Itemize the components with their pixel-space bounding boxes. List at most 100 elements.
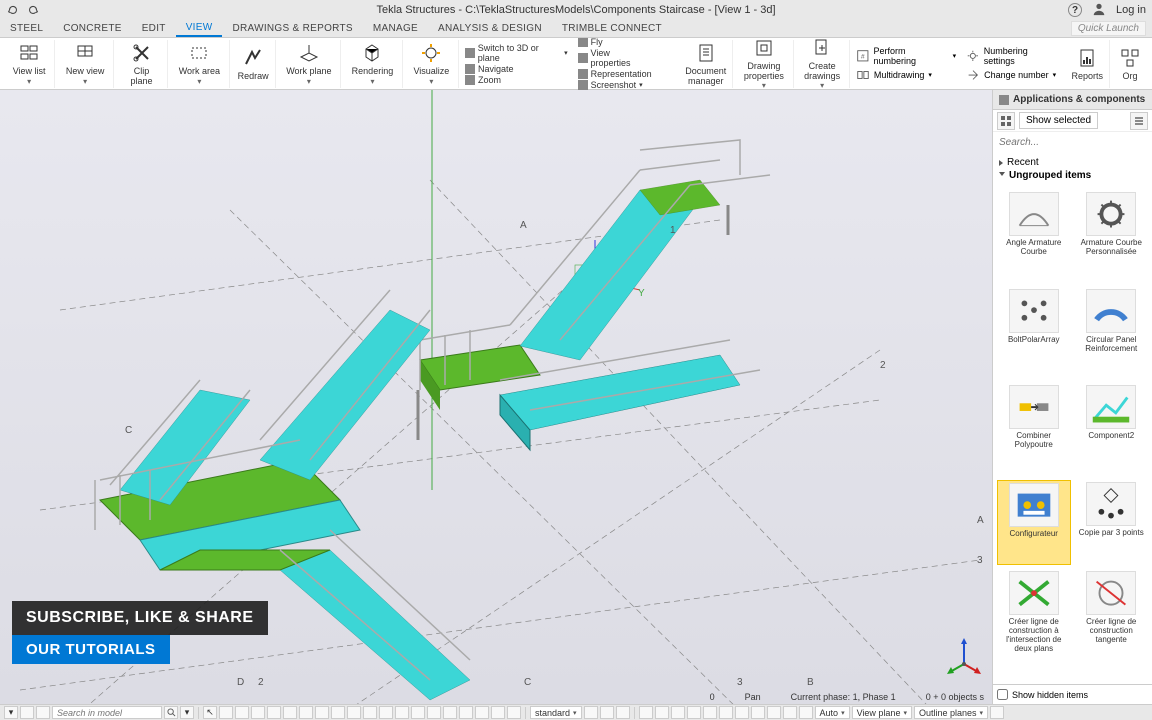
sb-snap11[interactable]: [799, 706, 813, 719]
sb-b13[interactable]: [411, 706, 425, 719]
sb-b6[interactable]: [299, 706, 313, 719]
panel-grid-view-button[interactable]: [997, 112, 1015, 130]
ribbon-change-number[interactable]: Change number▾: [966, 68, 1059, 82]
component-card[interactable]: Créer ligne de construction tangente: [1075, 569, 1149, 680]
component-card[interactable]: Créer ligne de construction à l'intersec…: [997, 569, 1071, 680]
sb-snap10[interactable]: [783, 706, 797, 719]
sb-snap3[interactable]: [671, 706, 685, 719]
ribbon-new-view[interactable]: New view: [57, 40, 114, 88]
status-search-input[interactable]: [52, 706, 162, 719]
quick-launch[interactable]: Quick Launch: [1071, 21, 1146, 36]
ribbon-switch-3d[interactable]: Switch to 3D or plane▾: [465, 43, 568, 63]
sb-snap2[interactable]: [655, 706, 669, 719]
panel-menu-button[interactable]: [1130, 112, 1148, 130]
sb-c2[interactable]: [600, 706, 614, 719]
ribbon-work-plane[interactable]: Work plane: [278, 40, 341, 88]
sb-b15[interactable]: [443, 706, 457, 719]
sb-snap7[interactable]: [735, 706, 749, 719]
tree-ungrouped[interactable]: Ungrouped items: [999, 169, 1146, 182]
sb-snap1[interactable]: [639, 706, 653, 719]
sb-b7[interactable]: [315, 706, 329, 719]
status-icon-1[interactable]: [20, 706, 34, 719]
sb-b17[interactable]: [475, 706, 489, 719]
show-selected-button[interactable]: Show selected: [1019, 112, 1098, 129]
status-icon-2[interactable]: [36, 706, 50, 719]
sb-b18[interactable]: [491, 706, 505, 719]
sb-b14[interactable]: [427, 706, 441, 719]
sb-b1[interactable]: [219, 706, 233, 719]
status-dd-viewplane[interactable]: View plane: [852, 706, 912, 719]
component-card[interactable]: Circular Panel Reinforcement: [1075, 287, 1149, 380]
sb-b16[interactable]: [459, 706, 473, 719]
ribbon-representation[interactable]: Representation: [578, 69, 652, 79]
component-card[interactable]: Component2: [1075, 383, 1149, 476]
sb-b2[interactable]: [235, 706, 249, 719]
sb-b3[interactable]: [251, 706, 265, 719]
sb-b5[interactable]: [283, 706, 297, 719]
ribbon-work-area[interactable]: Work area: [170, 40, 230, 88]
menu-concrete[interactable]: CONCRETE: [53, 21, 132, 36]
ribbon-fly[interactable]: Fly: [578, 37, 652, 47]
ribbon-drawing-props[interactable]: Drawing properties: [735, 40, 793, 88]
ribbon-zoom[interactable]: Zoom: [465, 75, 568, 85]
component-card[interactable]: Angle Armature Courbe: [997, 190, 1071, 283]
component-card[interactable]: Armature Courbe Personnalisée: [1075, 190, 1149, 283]
status-search-go[interactable]: [164, 706, 178, 719]
status-dd-left[interactable]: ▾: [4, 706, 18, 719]
sb-snap5[interactable]: [703, 706, 717, 719]
menu-steel[interactable]: STEEL: [0, 21, 53, 36]
sb-cursor[interactable]: ↖: [203, 706, 217, 719]
ribbon-multidrawing[interactable]: Multidrawing▾: [856, 68, 956, 82]
sb-c1[interactable]: [584, 706, 598, 719]
status-dd-outline[interactable]: Outline planes: [914, 706, 988, 719]
ribbon-navigate[interactable]: Navigate: [465, 64, 568, 74]
ribbon-perform-numbering[interactable]: #Perform numbering▾: [856, 46, 956, 66]
help-icon[interactable]: ?: [1068, 3, 1082, 17]
ribbon-doc-manager[interactable]: Document manager: [679, 40, 733, 88]
login-link[interactable]: Log in: [1116, 4, 1146, 16]
menu-manage[interactable]: MANAGE: [363, 21, 428, 36]
panel-header[interactable]: Applications & components: [993, 90, 1152, 110]
sb-b9[interactable]: [347, 706, 361, 719]
sb-b12[interactable]: [395, 706, 409, 719]
ucs-widget[interactable]: [944, 636, 984, 676]
3d-viewport[interactable]: A C 1 2 3 A B 3 C D 2 Y SUBSCRIBE, LIKE …: [0, 90, 992, 704]
status-search-dd[interactable]: ▾: [180, 706, 194, 719]
user-icon[interactable]: [1092, 2, 1106, 19]
component-card[interactable]: Combiner Polypoutre: [997, 383, 1071, 476]
menu-analysis[interactable]: ANALYSIS & DESIGN: [428, 21, 552, 36]
status-dd-auto[interactable]: Auto: [815, 706, 850, 719]
ribbon-visualize[interactable]: Visualize: [405, 40, 459, 88]
ribbon-view-props[interactable]: View properties: [578, 48, 652, 68]
ribbon-redraw[interactable]: Redraw: [232, 40, 276, 88]
ribbon-rendering[interactable]: Rendering: [343, 40, 403, 88]
menu-view[interactable]: VIEW: [176, 20, 223, 37]
ribbon-create-drawings[interactable]: Create drawings: [796, 40, 850, 88]
sb-last[interactable]: [990, 706, 1004, 719]
sb-b11[interactable]: [379, 706, 393, 719]
menu-trimble[interactable]: TRIMBLE CONNECT: [552, 21, 672, 36]
undo-icon[interactable]: [6, 3, 20, 17]
sb-b19[interactable]: [507, 706, 521, 719]
component-card[interactable]: Configurateur: [997, 480, 1071, 566]
panel-search-input[interactable]: [993, 133, 1152, 152]
ribbon-org[interactable]: Org: [1112, 40, 1148, 88]
status-dd-standard[interactable]: standard: [530, 706, 582, 719]
ribbon-numbering-settings[interactable]: Numbering settings: [966, 46, 1059, 66]
menu-edit[interactable]: EDIT: [132, 21, 176, 36]
sb-snap9[interactable]: [767, 706, 781, 719]
redo-icon[interactable]: [26, 3, 40, 17]
sb-b8[interactable]: [331, 706, 345, 719]
sb-snap8[interactable]: [751, 706, 765, 719]
ribbon-reports[interactable]: Reports: [1065, 40, 1110, 88]
sb-c3[interactable]: [616, 706, 630, 719]
component-card[interactable]: Copie par 3 points: [1075, 480, 1149, 566]
menu-drawings[interactable]: DRAWINGS & REPORTS: [222, 21, 362, 36]
sb-b4[interactable]: [267, 706, 281, 719]
component-card[interactable]: BoltPolarArray: [997, 287, 1071, 380]
ribbon-view-list[interactable]: View list: [4, 40, 55, 88]
show-hidden-checkbox[interactable]: [997, 689, 1008, 700]
tree-recent[interactable]: Recent: [999, 156, 1146, 169]
ribbon-clip-plane[interactable]: Clip plane: [116, 40, 168, 88]
ribbon-screenshot[interactable]: Screenshot▾: [578, 80, 652, 90]
